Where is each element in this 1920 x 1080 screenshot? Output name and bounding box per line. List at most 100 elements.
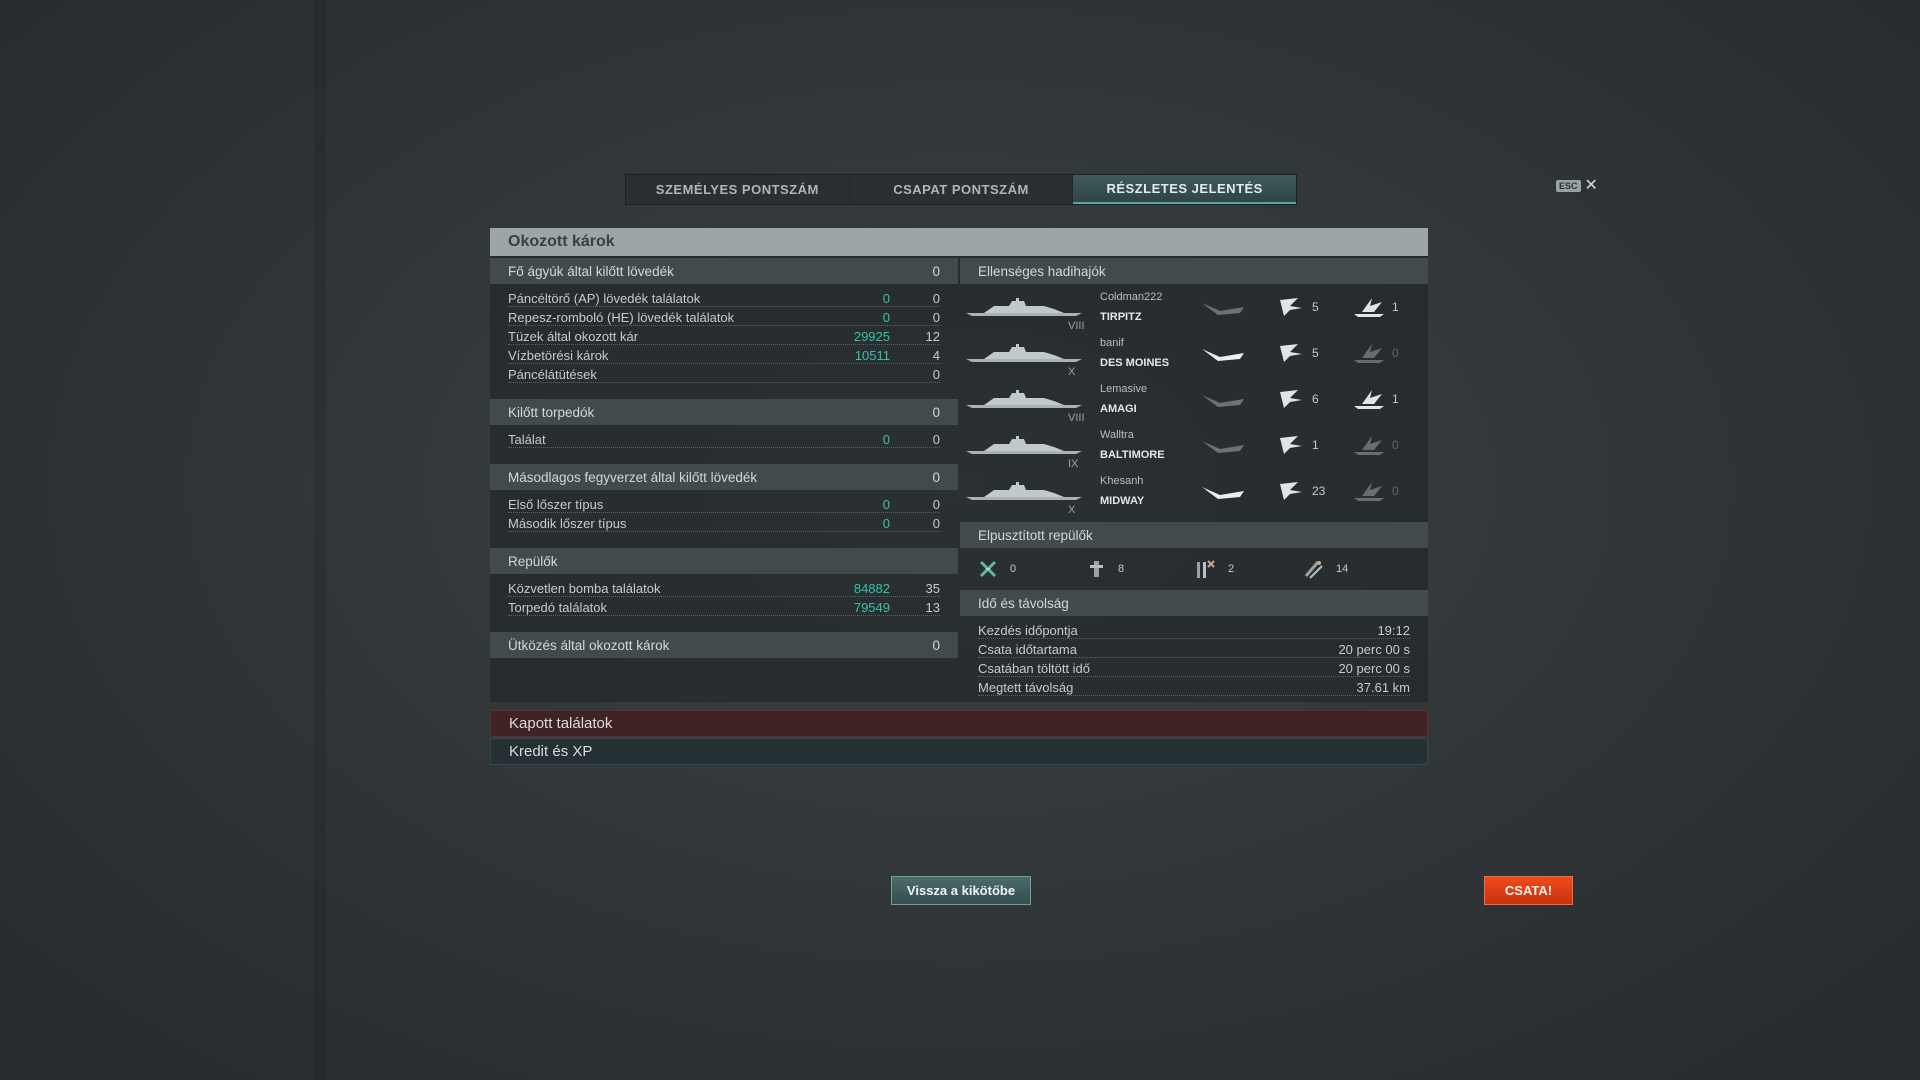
table-row: Kezdés időpontja 19:12 bbox=[978, 620, 1410, 639]
close-icon: ✕ bbox=[1584, 177, 1598, 194]
damage-report-panel: Okozott károk Fő ágyúk által kilőtt löve… bbox=[490, 228, 1428, 702]
ship-silhouette-icon: VIII bbox=[964, 297, 1085, 332]
player-name: Khesanh bbox=[1100, 475, 1144, 487]
spotted-stat bbox=[1200, 435, 1276, 455]
torpedo-rows: Találat 0 0 bbox=[490, 425, 958, 454]
ship-stats: 51 bbox=[1200, 296, 1428, 318]
received-hits-section[interactable]: Kapott találatok bbox=[490, 710, 1428, 737]
ship-destroyed-icon bbox=[1354, 344, 1384, 363]
table-row: Második lőszer típus 0 0 bbox=[508, 513, 940, 532]
ship-destroyed-icon bbox=[1354, 298, 1384, 317]
section-label: Fő ágyúk által kilőtt lövedék bbox=[508, 263, 674, 279]
spotted-plane-icon bbox=[1202, 487, 1244, 499]
kill-stat: 0 bbox=[1352, 434, 1428, 456]
ship-stats: 23 0 bbox=[1200, 480, 1428, 502]
plane-count: 0 bbox=[1010, 563, 1017, 575]
aircraft-rows: Közvetlen bomba találatok 84882 35 Torpedó… bbox=[490, 574, 958, 622]
ship-names: Lemasive AMAGI bbox=[1100, 383, 1198, 415]
table-row: Csatában töltött idő 20 perc 00 s bbox=[978, 658, 1410, 677]
plane-count: 14 bbox=[1336, 563, 1349, 575]
ship-silhouette-icon: IX bbox=[964, 435, 1084, 470]
kill-count: 0 bbox=[1392, 438, 1399, 452]
kill-count: 1 bbox=[1392, 392, 1399, 406]
attack-stat: 23 bbox=[1276, 480, 1352, 502]
ship-destroyed-icon bbox=[1354, 482, 1384, 501]
torpedo-bomber-icon bbox=[1197, 560, 1215, 578]
table-row: Vízbetörési károk 10511 4 bbox=[508, 345, 940, 364]
table-row: Torpedó találatok 79549 13 bbox=[508, 597, 940, 616]
ship-silhouette-icon: X bbox=[964, 481, 1084, 516]
ship-stats: 50 bbox=[1200, 342, 1428, 364]
section-label: Repülők bbox=[508, 553, 558, 569]
enemy-ship-list[interactable]: VIII Coldman222 TIRPITZ 5 1 Xbanif DES MOINES 5… bbox=[960, 284, 1428, 522]
spotted-plane-icon bbox=[1202, 395, 1244, 407]
spotted-plane-icon bbox=[1202, 441, 1244, 453]
enemy-ship-row: IX Walltra BALTIMORE 1 0 bbox=[960, 422, 1428, 470]
close-button[interactable]: ESC ✕ bbox=[1556, 177, 1598, 194]
attack-count: 5 bbox=[1312, 346, 1319, 360]
destroyed-planes-row: 0 8 2 14 bbox=[960, 548, 1428, 590]
enemy-ship-row: VIII Coldman222 TIRPITZ 5 1 bbox=[960, 284, 1428, 332]
kill-stat: 0 bbox=[1352, 342, 1428, 364]
tab-team-score[interactable]: CSAPAT PONTSZÁM bbox=[850, 175, 1074, 204]
attack-plane-icon bbox=[1280, 390, 1302, 408]
kill-stat: 1 bbox=[1352, 388, 1428, 410]
ship-name: MIDWAY bbox=[1100, 495, 1145, 507]
ship-names: Khesanh MIDWAY bbox=[1100, 475, 1198, 507]
ship-silhouette-icon: VIII bbox=[964, 389, 1085, 424]
attack-count: 1 bbox=[1312, 438, 1319, 452]
attack-stat: 1 bbox=[1276, 434, 1352, 456]
back-to-port-button[interactable]: Vissza a kikötőbe bbox=[891, 876, 1031, 905]
section-value: 0 bbox=[932, 263, 940, 279]
section-value: 0 bbox=[932, 637, 940, 653]
spotted-stat bbox=[1200, 389, 1276, 409]
bomber-plane-icon bbox=[1090, 561, 1103, 577]
enemy-ship-row: ThudXperiment bbox=[960, 514, 1428, 522]
attack-count: 6 bbox=[1312, 392, 1319, 406]
battle-button[interactable]: CSATA! bbox=[1484, 876, 1573, 905]
plane-count: 8 bbox=[1118, 563, 1125, 575]
credits-xp-section[interactable]: Kredit és XP bbox=[490, 738, 1428, 765]
ship-name: AMAGI bbox=[1100, 403, 1137, 415]
attack-stat: 5 bbox=[1276, 342, 1352, 364]
attack-stat: 5 bbox=[1276, 296, 1352, 318]
kill-count: 1 bbox=[1392, 300, 1399, 314]
plane-stat: 8 bbox=[1086, 559, 1194, 579]
damage-column: Fő ágyúk által kilőtt lövedék 0 Páncéltö… bbox=[490, 258, 958, 658]
ship-silhouette-icon: X bbox=[964, 343, 1084, 378]
player-name: Walltra bbox=[1100, 429, 1134, 441]
table-row: Csata időtartama 20 perc 00 s bbox=[978, 639, 1410, 658]
spotted-plane-icon bbox=[1202, 303, 1244, 315]
spotted-stat bbox=[1200, 297, 1276, 317]
attack-plane-icon bbox=[1280, 298, 1302, 316]
attack-plane-icon bbox=[1280, 482, 1302, 500]
kill-count: 0 bbox=[1392, 346, 1399, 360]
enemy-ship-row: VIII Lemasive AMAGI 6 1 bbox=[960, 376, 1428, 424]
table-row: Páncélátütések 0 bbox=[508, 364, 940, 383]
section-torpedoes: Kilőtt torpedók 0 bbox=[490, 399, 958, 425]
table-row: Közvetlen bomba találatok 84882 35 bbox=[508, 578, 940, 597]
table-row: Találat 0 0 bbox=[508, 429, 940, 448]
section-label: Kilőtt torpedók bbox=[508, 404, 595, 420]
dive-bomber-icon bbox=[1304, 561, 1323, 579]
ship-names: Coldman222 TIRPITZ bbox=[1100, 291, 1198, 323]
plane-count: 2 bbox=[1228, 563, 1235, 575]
section-aircraft: Repülők bbox=[490, 548, 958, 574]
section-time-distance: Idő és távolság bbox=[960, 590, 1428, 616]
kill-count: 0 bbox=[1392, 484, 1399, 498]
section-label: Idő és távolság bbox=[978, 595, 1069, 611]
kill-stat: 1 bbox=[1352, 296, 1428, 318]
ship-name: BALTIMORE bbox=[1100, 449, 1165, 461]
player-name: Coldman222 bbox=[1100, 291, 1163, 303]
section-main-guns: Fő ágyúk által kilőtt lövedék 0 bbox=[490, 258, 958, 284]
tab-detailed-report[interactable]: RÉSZLETES JELENTÉS bbox=[1073, 175, 1297, 204]
section-value: 0 bbox=[932, 404, 940, 420]
plane-stat: 2 bbox=[1194, 558, 1302, 580]
background-stripe bbox=[314, 0, 326, 1080]
tab-personal-score[interactable]: SZEMÉLYES PONTSZÁM bbox=[626, 175, 850, 204]
secondary-rows: Első lőszer típus 0 0 Második lőszer típus… bbox=[490, 490, 958, 538]
attack-plane-icon bbox=[1280, 436, 1302, 454]
tab-bar: SZEMÉLYES PONTSZÁM CSAPAT PONTSZÁM RÉSZL… bbox=[625, 174, 1297, 205]
attack-count: 23 bbox=[1312, 484, 1326, 498]
attack-stat: 6 bbox=[1276, 388, 1352, 410]
